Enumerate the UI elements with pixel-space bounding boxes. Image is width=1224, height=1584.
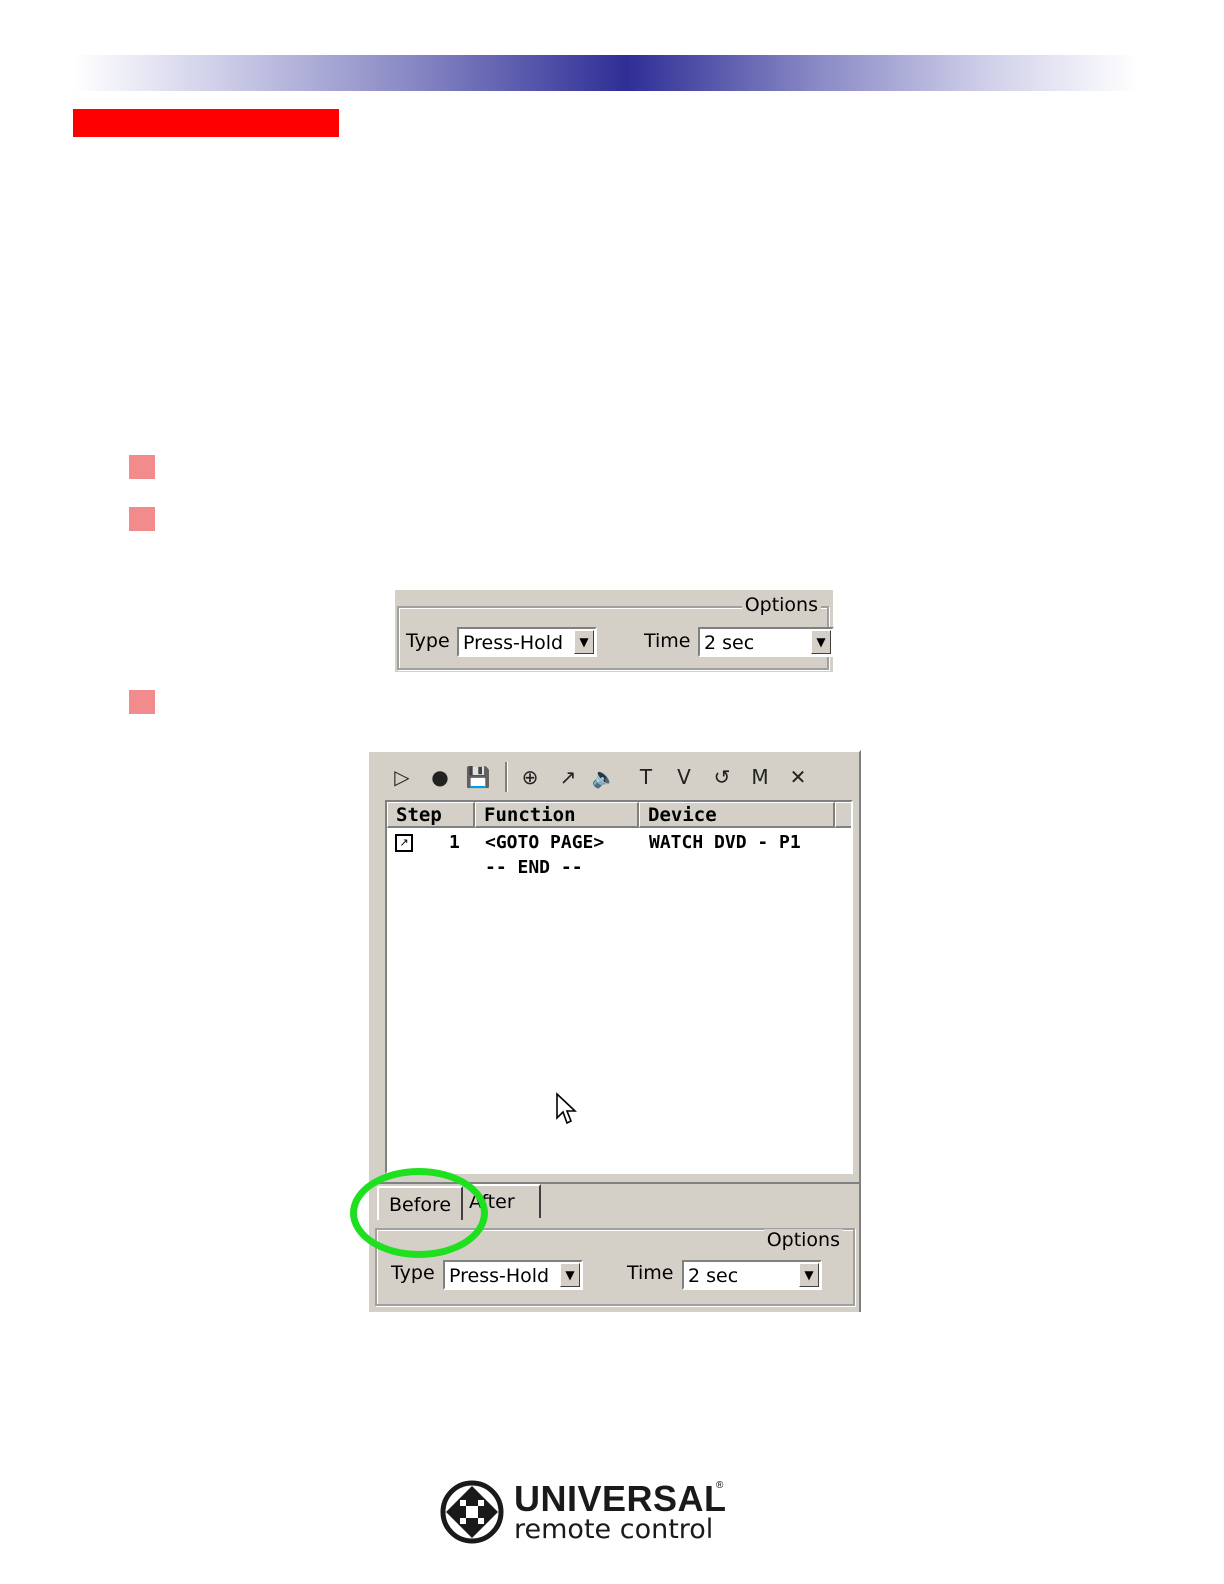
mouse-cursor-icon <box>556 1092 577 1125</box>
row-step: 1 <box>449 832 460 853</box>
shortcut-icon: ↗ <box>395 834 413 852</box>
bullet-marker <box>129 690 155 714</box>
record-icon[interactable]: ● <box>425 764 455 790</box>
macro-type-label: Type <box>391 1262 435 1284</box>
row-function: -- END -- <box>485 857 583 878</box>
row-function: <GOTO PAGE> <box>485 832 605 853</box>
add-delay-icon[interactable]: ⊕ <box>515 764 545 790</box>
sound-icon[interactable]: 🔈 <box>589 764 619 790</box>
logo-tagline: remote control <box>514 1514 714 1545</box>
type-label: Type <box>406 630 450 652</box>
macro-options-title: Options <box>763 1229 843 1251</box>
macro-icon[interactable]: M <box>745 764 775 790</box>
header-gradient-bar <box>74 55 1138 91</box>
options-title: Options <box>741 594 821 616</box>
logo-registered: ® <box>716 1480 724 1491</box>
universal-remote-control-logo: UNIVERSAL ® remote control <box>440 1478 730 1548</box>
bullet-marker <box>129 507 155 531</box>
variable-icon[interactable]: V <box>669 764 699 790</box>
tab-before-label: Before <box>389 1194 452 1216</box>
time-value: 2 sec <box>704 632 755 654</box>
macro-step-list[interactable]: Step Function Device ↗ 1 <GOTO PAGE> WAT… <box>385 800 853 1174</box>
toolbar-divider <box>505 762 508 792</box>
options-panel: Options Type Press-Hold ▼ Time 2 sec ▼ <box>395 590 834 672</box>
loop-icon[interactable]: ↺ <box>707 764 737 790</box>
time-label: Time <box>644 630 691 652</box>
macro-type-select[interactable]: Press-Hold ▼ <box>443 1260 583 1290</box>
chevron-down-icon[interactable]: ▼ <box>560 1263 580 1287</box>
tab-before[interactable]: Before <box>377 1186 463 1220</box>
chevron-down-icon[interactable]: ▼ <box>574 630 594 654</box>
title-red-bar <box>73 109 339 137</box>
macro-time-select[interactable]: 2 sec ▼ <box>682 1260 822 1290</box>
type-value: Press-Hold <box>463 632 564 654</box>
column-header-step[interactable]: Step <box>387 802 475 828</box>
time-select[interactable]: 2 sec ▼ <box>698 627 834 657</box>
type-select[interactable]: Press-Hold ▼ <box>457 627 597 657</box>
delete-icon[interactable]: ✕ <box>783 764 813 790</box>
chevron-down-icon[interactable]: ▼ <box>811 630 831 654</box>
macro-time-value: 2 sec <box>688 1265 739 1287</box>
column-header-function[interactable]: Function <box>475 802 639 828</box>
column-header-device[interactable]: Device <box>639 802 835 828</box>
jump-icon[interactable]: ↗ <box>553 764 583 790</box>
row-device: WATCH DVD - P1 <box>649 832 801 853</box>
chevron-down-icon[interactable]: ▼ <box>799 1263 819 1287</box>
play-icon[interactable]: ▷ <box>387 764 417 790</box>
column-header-filler <box>835 802 851 828</box>
text-icon[interactable]: T <box>631 764 661 790</box>
logo-mark-icon <box>440 1480 504 1544</box>
macro-type-value: Press-Hold <box>449 1265 550 1287</box>
macro-time-label: Time <box>627 1262 674 1284</box>
bullet-marker <box>129 455 155 479</box>
save-icon[interactable]: 💾 <box>463 764 493 790</box>
